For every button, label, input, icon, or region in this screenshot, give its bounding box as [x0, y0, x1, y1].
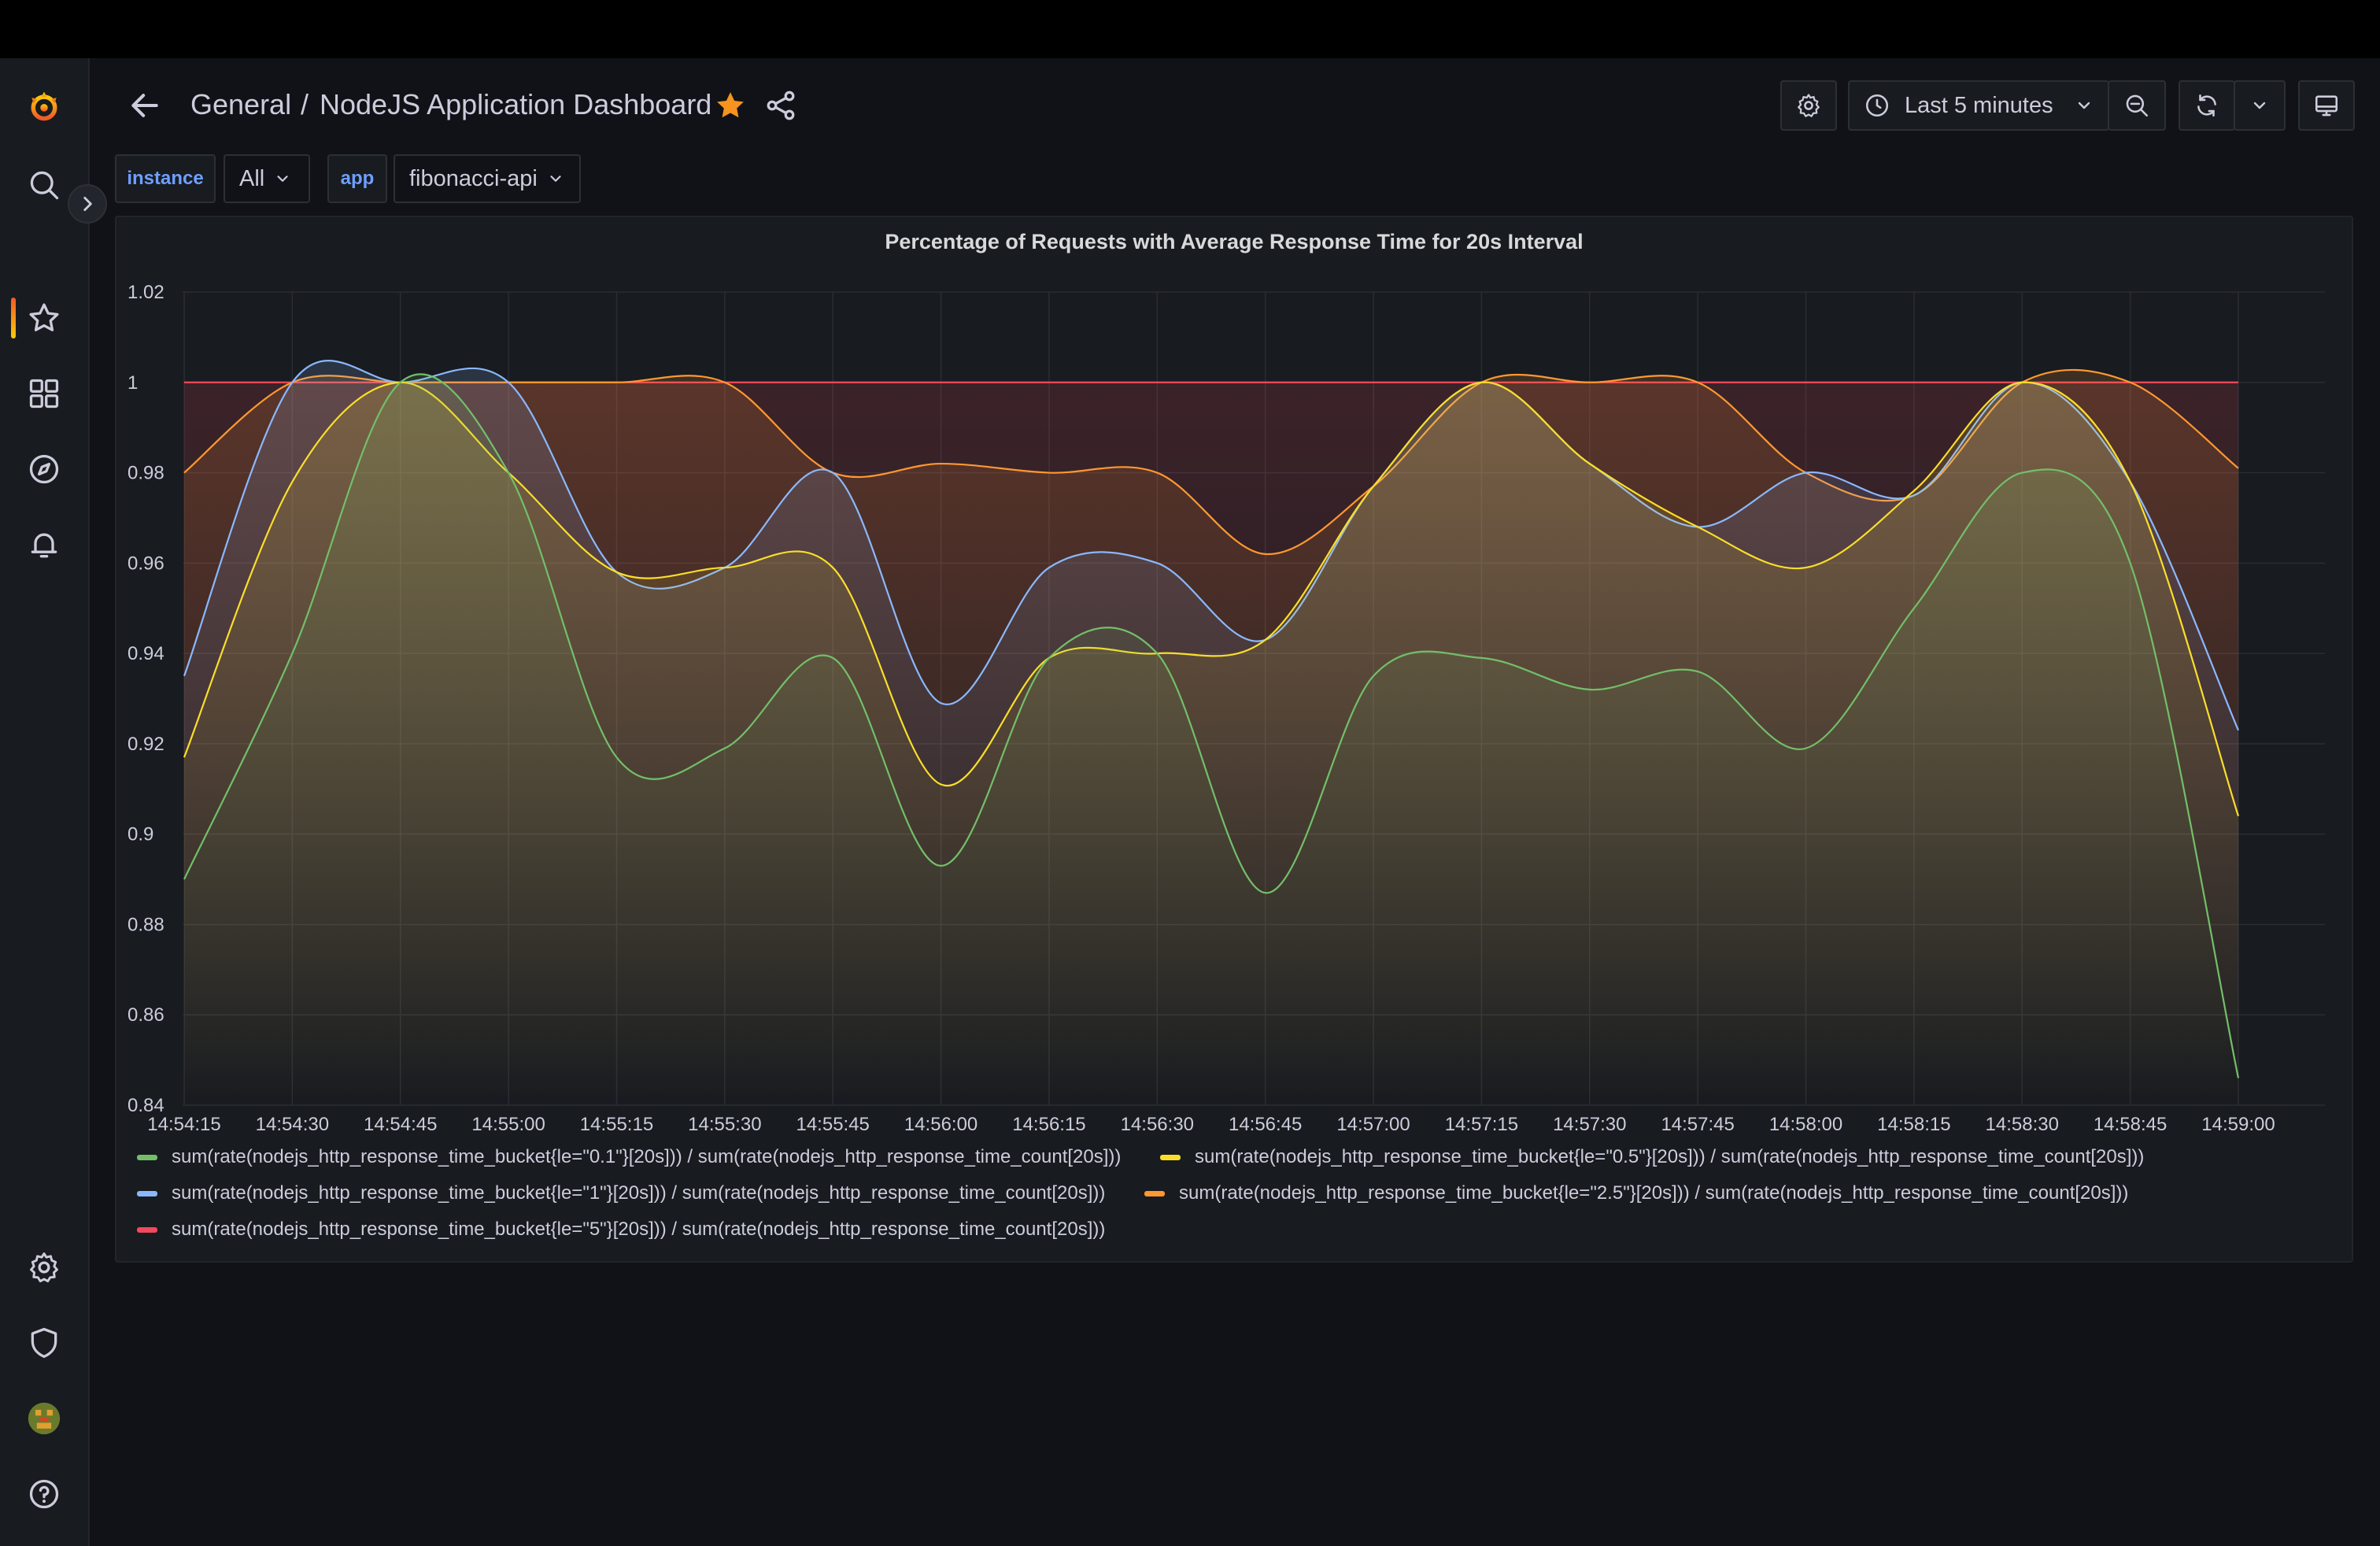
explore-icon[interactable] — [21, 446, 67, 492]
x-tick-label: 14:56:15 — [1012, 1114, 1085, 1135]
dashboards-icon[interactable] — [21, 371, 67, 416]
x-tick-label: 14:56:00 — [904, 1114, 978, 1135]
tv-mode-button[interactable] — [2298, 80, 2355, 131]
y-tick-label: 0.98 — [128, 463, 164, 484]
x-tick-label: 14:54:30 — [256, 1114, 329, 1135]
window-top-bar — [0, 0, 2380, 58]
x-tick-label: 14:58:30 — [1986, 1114, 2059, 1135]
legend-label: sum(rate(nodejs_http_response_time_bucke… — [172, 1146, 1122, 1167]
y-tick-label: 0.92 — [128, 734, 164, 755]
y-tick-label: 0.94 — [128, 643, 164, 664]
clock-icon — [1865, 94, 1889, 117]
gear-icon — [1798, 94, 1820, 117]
main-content: General / NodeJS Application Dashboard L… — [91, 58, 2380, 1546]
variable-select-app[interactable]: fibonacci-api — [394, 154, 581, 203]
chevron-down-icon — [550, 176, 561, 182]
legend-item[interactable]: sum(rate(nodejs_http_response_time_bucke… — [1160, 1146, 2144, 1168]
tv-mode-icon — [2315, 95, 2338, 117]
time-series-chart[interactable]: 1.0210.980.960.940.920.90.880.860.8414:5… — [116, 217, 2355, 1138]
zoom-out-icon — [2126, 94, 2149, 117]
back-arrow-icon — [131, 94, 158, 117]
x-tick-label: 14:55:30 — [688, 1114, 761, 1135]
x-tick-label: 14:58:45 — [2094, 1114, 2167, 1135]
variable-label-instance: instance — [115, 154, 216, 203]
star-icon — [717, 92, 744, 118]
y-tick-label: 0.84 — [128, 1095, 164, 1116]
y-tick-label: 0.88 — [128, 914, 164, 935]
x-tick-label: 14:55:45 — [796, 1114, 869, 1135]
favorite-star-button[interactable] — [713, 88, 748, 123]
variable-label-app: app — [327, 154, 387, 203]
time-range-label: Last 5 minutes — [1905, 92, 2053, 118]
legend-swatch — [1144, 1190, 1165, 1196]
x-tick-label: 14:54:15 — [147, 1114, 220, 1135]
grafana-logo-icon[interactable] — [21, 83, 67, 129]
legend-item[interactable]: sum(rate(nodejs_http_response_time_bucke… — [1144, 1182, 2128, 1204]
x-tick-label: 14:55:15 — [580, 1114, 653, 1135]
y-tick-label: 0.9 — [128, 824, 153, 845]
legend-label: sum(rate(nodejs_http_response_time_bucke… — [172, 1219, 1106, 1240]
refresh-interval-picker[interactable] — [2234, 80, 2286, 131]
settings-icon[interactable] — [21, 1245, 67, 1290]
legend-label: sum(rate(nodejs_http_response_time_bucke… — [172, 1182, 1106, 1204]
variable-value: fibonacci-api — [409, 165, 538, 191]
refresh-button[interactable] — [2179, 80, 2235, 131]
x-tick-label: 14:57:15 — [1445, 1114, 1518, 1135]
legend-item[interactable]: sum(rate(nodejs_http_response_time_bucke… — [137, 1146, 1121, 1168]
dashboard-header: General / NodeJS Application Dashboard L… — [91, 58, 2380, 153]
chevron-down-icon — [2253, 102, 2266, 109]
x-tick-label: 14:57:45 — [1661, 1114, 1734, 1135]
help-icon[interactable] — [21, 1471, 67, 1517]
x-tick-label: 14:56:30 — [1121, 1114, 1194, 1135]
x-tick-label: 14:58:15 — [1877, 1114, 1950, 1135]
zoom-out-button[interactable] — [2108, 80, 2166, 131]
legend-swatch — [137, 1190, 157, 1196]
x-tick-label: 14:55:00 — [471, 1114, 545, 1135]
x-tick-label: 14:54:45 — [364, 1114, 437, 1135]
variable-select-instance[interactable]: All — [224, 154, 310, 203]
alerting-icon[interactable] — [21, 522, 67, 568]
legend-swatch — [137, 1226, 157, 1233]
share-icon — [767, 91, 795, 120]
breadcrumb-folder[interactable]: General — [190, 88, 291, 121]
dashboard-settings-button[interactable] — [1780, 80, 1837, 131]
breadcrumb-separator: / — [301, 88, 309, 120]
x-tick-label: 14:56:45 — [1229, 1114, 1302, 1135]
active-indicator — [11, 298, 16, 338]
y-tick-label: 0.96 — [128, 553, 164, 574]
legend-item[interactable]: sum(rate(nodejs_http_response_time_bucke… — [137, 1182, 1105, 1204]
time-range-picker[interactable]: Last 5 minutes — [1848, 80, 2109, 131]
y-tick-label: 0.86 — [128, 1004, 164, 1026]
x-tick-label: 14:57:00 — [1336, 1114, 1410, 1135]
sidebar — [0, 58, 107, 1546]
back-button[interactable] — [124, 85, 165, 126]
chevron-down-icon — [277, 176, 288, 182]
share-button[interactable] — [763, 88, 798, 123]
y-tick-label: 1.02 — [128, 282, 164, 303]
x-tick-label: 14:58:00 — [1769, 1114, 1842, 1135]
shield-icon[interactable] — [21, 1320, 67, 1366]
avatar[interactable] — [21, 1396, 67, 1441]
dashboard-title[interactable]: NodeJS Application Dashboard — [320, 88, 711, 121]
variable-value: All — [239, 165, 265, 191]
legend-swatch — [137, 1154, 157, 1160]
x-tick-label: 14:57:30 — [1553, 1114, 1626, 1135]
starred-icon[interactable] — [21, 295, 67, 341]
graph-panel: Percentage of Requests with Average Resp… — [115, 216, 2353, 1263]
legend-label: sum(rate(nodejs_http_response_time_bucke… — [1179, 1182, 2129, 1204]
y-tick-label: 1 — [128, 372, 138, 394]
search-icon[interactable] — [21, 162, 67, 208]
legend-item[interactable]: sum(rate(nodejs_http_response_time_bucke… — [137, 1219, 1105, 1241]
refresh-icon — [2197, 94, 2216, 117]
legend-swatch — [1160, 1154, 1181, 1160]
x-tick-label: 14:59:00 — [2201, 1114, 2275, 1135]
chevron-down-icon — [2078, 102, 2090, 109]
legend-label: sum(rate(nodejs_http_response_time_bucke… — [1195, 1146, 2145, 1167]
